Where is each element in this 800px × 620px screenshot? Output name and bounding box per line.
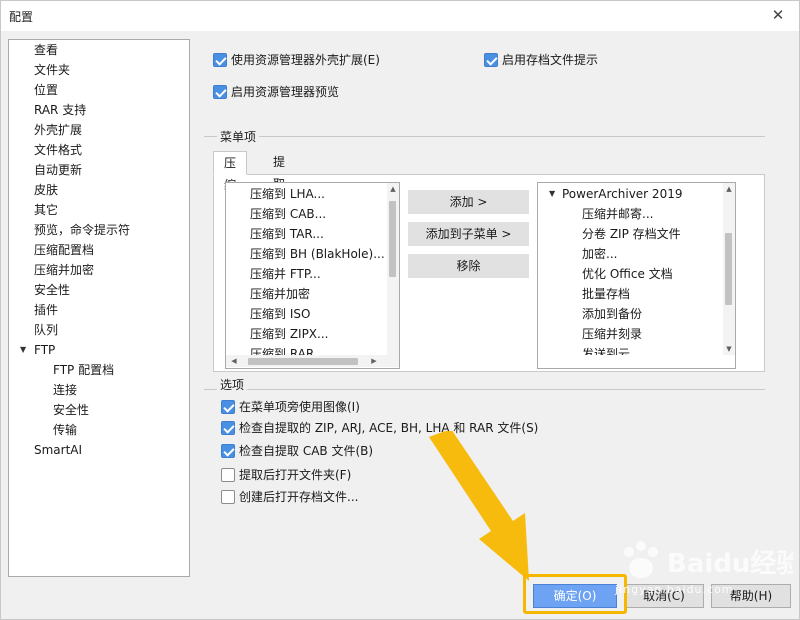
settings-tree: 查看 文件夹 位置 RAR 支持 外壳扩展 文件格式 自动更新 皮肤 其它 预览… <box>8 39 190 577</box>
baidu-watermark-icon: Baidu经验 <box>624 541 793 579</box>
left-list-vscrollbar[interactable]: ▲ <box>387 183 399 355</box>
tree-item-folders[interactable]: 文件夹 <box>34 60 70 80</box>
add-button[interactable]: 添加 > <box>408 190 529 214</box>
list-item[interactable]: 压缩并邮寄... <box>582 204 653 224</box>
tree-item-skins[interactable]: 皮肤 <box>34 180 58 200</box>
list-item[interactable]: 压缩并加密 <box>250 284 310 304</box>
left-list-hthumb[interactable] <box>248 358 358 365</box>
tab-extract[interactable]: 提取 <box>263 151 295 191</box>
open-archive-label: 创建后打开存档文件... <box>239 490 359 504</box>
tree-item-file-formats[interactable]: 文件格式 <box>34 140 82 160</box>
explorer-preview-checkbox-row[interactable]: 启用资源管理器预览 <box>213 83 339 101</box>
open-folder-label: 提取后打开文件夹(F) <box>239 468 352 482</box>
list-item[interactable]: 压缩并刻录 <box>582 324 642 344</box>
explorer-preview-label: 启用资源管理器预览 <box>231 85 340 99</box>
options-group-label: 选项 <box>217 376 248 393</box>
shell-extension-checkbox[interactable] <box>213 53 227 67</box>
expand-arrow-icon[interactable]: ▼ <box>549 184 555 204</box>
list-item[interactable]: 分卷 ZIP 存档文件 <box>582 224 681 244</box>
scroll-right-icon[interactable]: ▶ <box>368 355 380 367</box>
tree-item-preview-cmd[interactable]: 预览，命令提示符 <box>34 220 130 240</box>
tree-item-ftp-profiles[interactable]: FTP 配置档 <box>53 360 114 380</box>
archive-tips-checkbox[interactable] <box>484 53 498 67</box>
shell-extension-checkbox-row[interactable]: 使用资源管理器外壳扩展(E) <box>213 51 380 69</box>
tree-item-other[interactable]: 其它 <box>34 200 58 220</box>
list-item[interactable]: 压缩到 CAB... <box>250 204 326 224</box>
scroll-up-icon[interactable]: ▲ <box>387 183 399 195</box>
available-items-list[interactable]: 压缩到 LHA... 压缩到 CAB... 压缩到 TAR... 压缩到 BH … <box>225 182 400 369</box>
tree-item-location[interactable]: 位置 <box>34 80 58 100</box>
right-list-bottom <box>538 355 735 368</box>
open-archive-checkbox-row[interactable]: 创建后打开存档文件... <box>221 488 358 506</box>
watermark-subtext: jingyan.baidu.com <box>615 583 734 596</box>
tree-item-ftp-security[interactable]: 安全性 <box>53 400 89 420</box>
tree-item-plugins[interactable]: 插件 <box>34 300 58 320</box>
tree-item-connection[interactable]: 连接 <box>53 380 77 400</box>
list-item[interactable]: 压缩到 TAR... <box>250 224 324 244</box>
archive-tips-checkbox-row[interactable]: 启用存档文件提示 <box>484 51 598 69</box>
options-group-line <box>204 389 765 390</box>
list-item[interactable]: 批量存档 <box>582 284 630 304</box>
open-folder-checkbox[interactable] <box>221 468 235 482</box>
check-sfx-checkbox[interactable] <box>221 421 235 435</box>
scroll-left-icon[interactable]: ◀ <box>228 355 240 367</box>
title-bar: 配置 ✕ <box>1 1 799 31</box>
ok-highlight-box <box>523 574 627 614</box>
add-to-submenu-button[interactable]: 添加到子菜单 > <box>408 222 529 246</box>
tree-item-compress-encrypt[interactable]: 压缩并加密 <box>34 260 94 280</box>
window-title: 配置 <box>9 10 34 24</box>
check-cab-checkbox-row[interactable]: 检查自提取 CAB 文件(B) <box>221 442 373 460</box>
tree-item-queue[interactable]: 队列 <box>34 320 58 340</box>
right-list-vthumb[interactable] <box>725 233 732 305</box>
list-item[interactable]: 压缩到 ZIPX... <box>250 324 328 344</box>
tree-item-view[interactable]: 查看 <box>34 40 58 60</box>
scroll-up-icon[interactable]: ▲ <box>723 183 735 195</box>
check-cab-checkbox[interactable] <box>221 444 235 458</box>
tree-item-transfer[interactable]: 传输 <box>53 420 77 440</box>
list-item[interactable]: 压缩到 BH (BlakHole)... <box>250 244 385 264</box>
tree-item-compression-profiles[interactable]: 压缩配置档 <box>34 240 94 260</box>
right-list-vscrollbar[interactable]: ▲ ▼ <box>723 183 735 355</box>
watermark-text: Baidu经验 <box>667 548 793 579</box>
tree-item-security[interactable]: 安全性 <box>34 280 70 300</box>
tree-item-rar-support[interactable]: RAR 支持 <box>34 100 86 120</box>
annotation-arrow-icon <box>429 431 529 581</box>
close-icon[interactable]: ✕ <box>769 6 787 24</box>
left-list-hscrollbar[interactable]: ◀ ▶ <box>226 355 399 367</box>
use-images-checkbox[interactable] <box>221 400 235 414</box>
archive-tips-label: 启用存档文件提示 <box>502 53 599 67</box>
menu-items-list[interactable]: ▼ PowerArchiver 2019 压缩并邮寄... 分卷 ZIP 存档文… <box>537 182 736 369</box>
menu-group-label: 菜单项 <box>217 128 260 145</box>
tree-item-smartai[interactable]: SmartAI <box>34 440 82 460</box>
list-item[interactable]: 添加到备份 <box>582 304 642 324</box>
list-item[interactable]: 优化 Office 文档 <box>582 264 673 284</box>
remove-button[interactable]: 移除 <box>408 254 529 278</box>
use-images-checkbox-row[interactable]: 在菜单项旁使用图像(I) <box>221 398 360 416</box>
list-item[interactable]: 压缩到 ISO <box>250 304 310 324</box>
list-item[interactable]: 加密... <box>582 244 617 264</box>
check-cab-label: 检查自提取 CAB 文件(B) <box>239 444 374 458</box>
config-dialog: 配置 ✕ 查看 文件夹 位置 RAR 支持 外壳扩展 文件格式 自动更新 皮肤 … <box>0 0 800 620</box>
use-images-label: 在菜单项旁使用图像(I) <box>239 400 360 414</box>
scroll-down-icon[interactable]: ▼ <box>723 343 735 355</box>
list-item[interactable]: 压缩并 FTP... <box>250 264 321 284</box>
menu-group-line <box>204 136 765 137</box>
open-folder-checkbox-row[interactable]: 提取后打开文件夹(F) <box>221 466 351 484</box>
tree-item-ftp[interactable]: FTP <box>34 340 55 360</box>
left-list-vthumb[interactable] <box>389 201 396 277</box>
explorer-preview-checkbox[interactable] <box>213 85 227 99</box>
shell-extension-label: 使用资源管理器外壳扩展(E) <box>231 53 380 67</box>
menu-root-item[interactable]: PowerArchiver 2019 <box>562 184 682 204</box>
tab-compress[interactable]: 压缩 <box>213 151 248 192</box>
open-archive-checkbox[interactable] <box>221 490 235 504</box>
list-item[interactable]: 压缩到 LHA... <box>250 184 325 204</box>
expand-arrow-icon[interactable]: ▼ <box>20 340 26 360</box>
tree-item-auto-update[interactable]: 自动更新 <box>34 160 82 180</box>
tree-item-shell-extension[interactable]: 外壳扩展 <box>34 120 82 140</box>
